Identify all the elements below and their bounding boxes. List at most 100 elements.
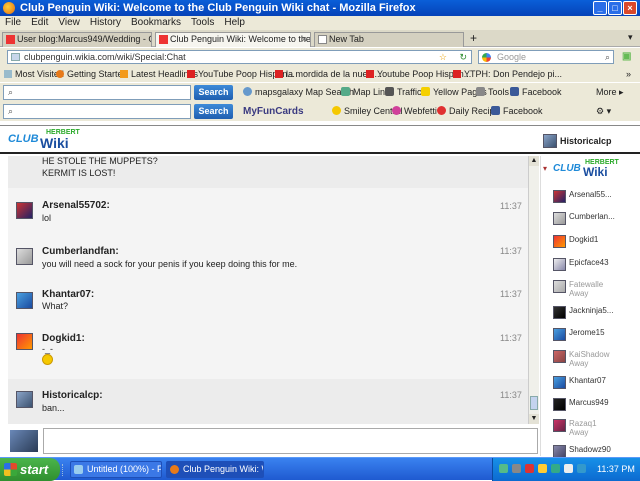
menu-bar: File Edit View History Bookmarks Tools Help bbox=[0, 16, 640, 30]
toolbar-mapsgalaxy: ⌕ Search mapsgalaxy Map Search Map Links… bbox=[0, 83, 640, 102]
system-tray: 11:37 PM bbox=[492, 458, 640, 481]
myfuncards-brand[interactable]: MyFunCards bbox=[243, 102, 304, 121]
menu-history[interactable]: History bbox=[90, 17, 121, 28]
network-icon[interactable] bbox=[499, 464, 508, 473]
toolbar-search-button[interactable]: Search bbox=[194, 85, 233, 100]
message-author[interactable]: Arsenal55702: bbox=[42, 200, 110, 211]
user-name: Dogkid1 bbox=[569, 235, 599, 244]
collapse-arrow-icon[interactable]: ▾ bbox=[543, 164, 547, 173]
chat-message-input[interactable] bbox=[43, 428, 538, 454]
bookmark-star-icon[interactable]: ☆ bbox=[439, 51, 447, 63]
message-author[interactable]: Cumberlandfan: bbox=[42, 246, 119, 257]
user-name: KaiShadow bbox=[569, 350, 610, 359]
tools-icon bbox=[476, 87, 485, 96]
bookmark-getting-started[interactable]: Getting Started bbox=[56, 66, 128, 82]
update-icon[interactable] bbox=[538, 464, 547, 473]
site-logo[interactable]: CLUB HERBERT Wiki bbox=[8, 129, 88, 151]
tab-label: Club Penguin Wiki: Welcome to the Club .… bbox=[170, 34, 311, 44]
user-name: Marcus949 bbox=[569, 398, 609, 407]
traffic-button[interactable]: Traffic bbox=[385, 83, 422, 102]
chat-message: Historicalcp: ban... 11:37 bbox=[8, 379, 528, 424]
toolbar-search-button-2[interactable]: Search bbox=[194, 104, 233, 119]
search-icon[interactable]: ⌕ bbox=[605, 51, 610, 63]
avatar bbox=[553, 419, 566, 432]
bookmarks-overflow-icon[interactable]: » bbox=[626, 66, 631, 82]
security-icon[interactable] bbox=[512, 464, 521, 473]
speaker-icon[interactable] bbox=[564, 464, 573, 473]
surprised-emoticon-icon bbox=[42, 354, 53, 365]
chat-message: Arsenal55702: lol 11:37 bbox=[8, 194, 528, 238]
recipe-icon bbox=[437, 106, 446, 115]
menu-view[interactable]: View bbox=[58, 17, 80, 28]
logo-wiki: Wiki bbox=[40, 135, 69, 151]
task-label: Club Penguin Wiki: W... bbox=[183, 464, 263, 474]
taskbar-task-firefox[interactable]: Club Penguin Wiki: W... bbox=[166, 461, 264, 478]
close-button[interactable]: × bbox=[623, 1, 637, 15]
windows-taskbar: start Untitled (100%) - Pai... Club Peng… bbox=[0, 457, 640, 481]
menu-help[interactable]: Help bbox=[224, 17, 245, 28]
avatar bbox=[553, 190, 566, 203]
scroll-up-icon[interactable]: ▲ bbox=[529, 156, 539, 166]
facebook-button[interactable]: Facebook bbox=[510, 83, 562, 102]
toolbar-search-input-2[interactable]: ⌕ bbox=[3, 104, 191, 119]
addon-icon[interactable]: ▣ bbox=[622, 51, 631, 62]
chat-message: HE STOLE THE MUPPETS? KERMIT IS LOST! bbox=[8, 156, 528, 188]
message-author[interactable]: Dogkid1: bbox=[42, 333, 85, 344]
message-text: -_- bbox=[42, 344, 53, 354]
bluetooth-icon[interactable] bbox=[577, 464, 586, 473]
menu-edit[interactable]: Edit bbox=[31, 17, 48, 28]
message-author[interactable]: Khantar07: bbox=[42, 289, 94, 300]
new-tab-button[interactable]: + bbox=[470, 31, 477, 45]
close-tab-icon[interactable]: × bbox=[302, 33, 307, 46]
current-user[interactable]: Historicalcp bbox=[543, 133, 633, 149]
scroll-thumb[interactable] bbox=[530, 396, 538, 410]
menu-file[interactable]: File bbox=[5, 17, 21, 28]
message-time: 11:37 bbox=[500, 333, 522, 343]
chat-tray-icon[interactable] bbox=[551, 464, 560, 473]
reload-icon[interactable]: ↻ bbox=[459, 51, 467, 63]
avatar bbox=[553, 328, 566, 341]
avatar bbox=[16, 391, 33, 408]
tab-list-chevron-icon[interactable]: ▾ bbox=[628, 32, 633, 43]
antivirus-icon[interactable] bbox=[525, 464, 534, 473]
message-time: 11:37 bbox=[500, 201, 522, 211]
toolbar-search-input[interactable]: ⌕ bbox=[3, 85, 191, 100]
chat-scrollbar[interactable]: ▲ ▼ bbox=[528, 156, 539, 424]
wikia-favicon-icon bbox=[6, 35, 15, 44]
chat-input-row bbox=[8, 428, 538, 454]
firefox-icon bbox=[170, 465, 179, 474]
tab-label: New Tab bbox=[329, 34, 364, 44]
tab-user-blog[interactable]: User blog:Marcus949/Wedding - Club Pe... bbox=[2, 32, 152, 47]
bookmark-most-visited[interactable]: Most Visited bbox=[4, 66, 64, 82]
bookmark-youtube-4[interactable]: YTPH: Don Pendejo pi... bbox=[453, 66, 562, 82]
start-button[interactable]: start bbox=[0, 458, 60, 481]
search-icon: ⌕ bbox=[8, 106, 14, 116]
paint-icon bbox=[74, 465, 83, 474]
scroll-down-icon[interactable]: ▼ bbox=[529, 414, 539, 424]
webfetti-button[interactable]: Webfetti bbox=[392, 102, 437, 121]
avatar bbox=[553, 398, 566, 411]
facebook-button-2[interactable]: Facebook bbox=[491, 102, 543, 121]
user-status: Away bbox=[569, 359, 589, 368]
options-icon[interactable]: ⚙ ▾ bbox=[596, 102, 611, 121]
map-search-button[interactable]: mapsgalaxy Map Search bbox=[243, 83, 354, 102]
search-placeholder: Google bbox=[497, 52, 527, 62]
tab-new[interactable]: New Tab bbox=[314, 32, 464, 47]
message-author[interactable]: Historicalcp: bbox=[42, 390, 103, 401]
web-search-input[interactable]: Google ⌕ bbox=[478, 50, 614, 64]
url-bar[interactable]: clubpenguin.wikia.com/wiki/Special:Chat … bbox=[7, 50, 472, 64]
menu-bookmarks[interactable]: Bookmarks bbox=[131, 17, 181, 28]
message-text: lol bbox=[42, 213, 52, 223]
maximize-button[interactable]: □ bbox=[608, 1, 622, 15]
chat-message: Khantar07: What? 11:37 bbox=[8, 282, 528, 326]
site-identity-icon[interactable] bbox=[11, 53, 20, 61]
clock[interactable]: 11:37 PM bbox=[597, 458, 635, 481]
more-button[interactable]: More ▸ bbox=[596, 83, 624, 102]
menu-tools[interactable]: Tools bbox=[191, 17, 214, 28]
tab-club-penguin-chat[interactable]: Club Penguin Wiki: Welcome to the Club .… bbox=[155, 32, 311, 47]
minimize-button[interactable]: _ bbox=[593, 1, 607, 15]
taskbar-task-paint[interactable]: Untitled (100%) - Pai... bbox=[70, 461, 162, 478]
tools-button[interactable]: Tools bbox=[476, 83, 509, 102]
toolbar-label: Facebook bbox=[522, 87, 562, 97]
url-text: clubpenguin.wikia.com/wiki/Special:Chat bbox=[24, 52, 186, 62]
